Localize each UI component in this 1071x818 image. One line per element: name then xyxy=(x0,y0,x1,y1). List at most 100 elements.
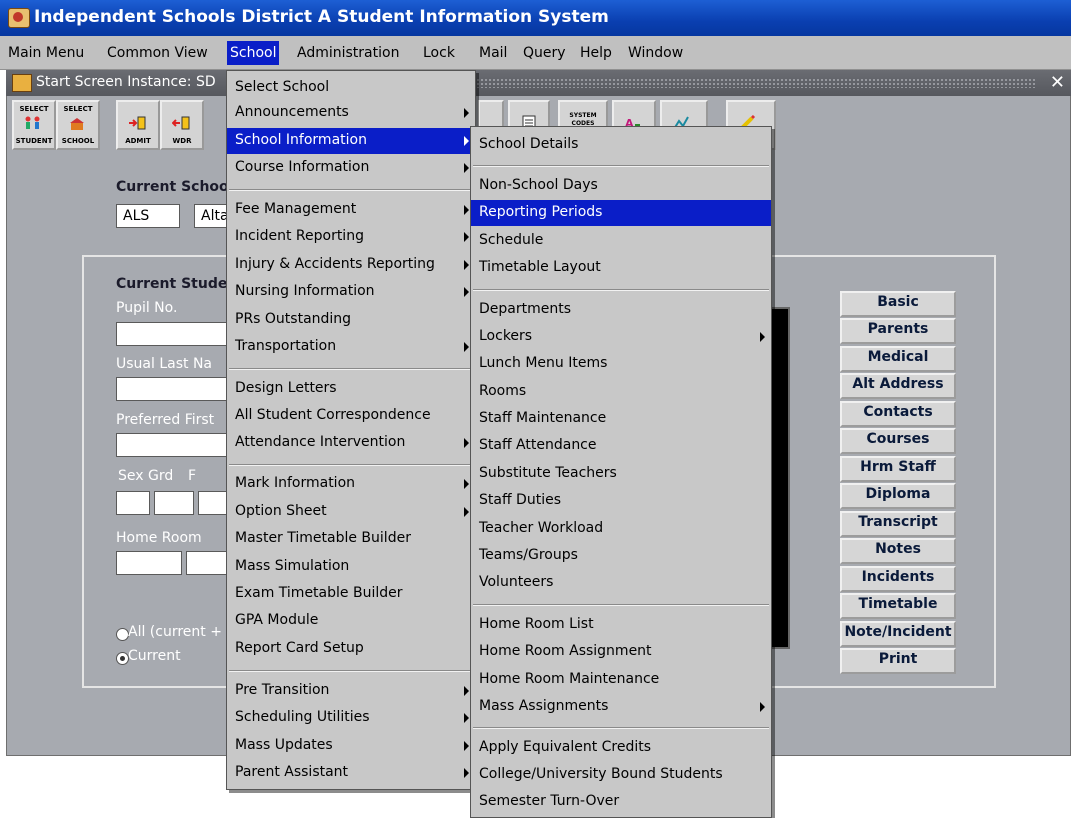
school-menu-item-exam-timetable-builder[interactable]: Exam Timetable Builder xyxy=(227,581,475,607)
school-menu-item-course-information[interactable]: Course Information xyxy=(227,155,475,181)
submenu-item-substitute-teachers[interactable]: Substitute Teachers xyxy=(471,461,771,487)
submenu-item-lunch-menu-items[interactable]: Lunch Menu Items xyxy=(471,351,771,377)
submenu-item-reporting-periods[interactable]: Reporting Periods xyxy=(471,200,771,226)
submenu-item-teams-groups[interactable]: Teams/Groups xyxy=(471,543,771,569)
hrm-staff-button[interactable]: Hrm Staff xyxy=(840,456,956,482)
school-menu-item-all-student-correspondence[interactable]: All Student Correspondence xyxy=(227,403,475,429)
submenu-item-staff-duties[interactable]: Staff Duties xyxy=(471,488,771,514)
diploma-button[interactable]: Diploma xyxy=(840,483,956,509)
parents-button[interactable]: Parents xyxy=(840,318,956,344)
select-school-button[interactable]: SELECT SCHOOL xyxy=(56,100,100,150)
school-menu-item-prs-outstanding[interactable]: PRs Outstanding xyxy=(227,307,475,333)
submenu-item-departments[interactable]: Departments xyxy=(471,297,771,323)
submenu-item-timetable-layout[interactable]: Timetable Layout xyxy=(471,255,771,281)
close-icon[interactable]: ✕ xyxy=(1050,72,1065,93)
notes-button[interactable]: Notes xyxy=(840,538,956,564)
menu-window[interactable]: Window xyxy=(628,45,683,61)
school-menu-item-parent-assistant[interactable]: Parent Assistant xyxy=(227,760,475,786)
submenu-item-rooms[interactable]: Rooms xyxy=(471,379,771,405)
select-student-button[interactable]: SELECT STUDENT xyxy=(12,100,56,150)
menu-lock[interactable]: Lock xyxy=(423,45,455,61)
submenu-arrow-icon xyxy=(464,507,469,517)
submenu-item-lockers[interactable]: Lockers xyxy=(471,324,771,350)
submenu-item-schedule[interactable]: Schedule xyxy=(471,228,771,254)
usual-last-name-label: Usual Last Na xyxy=(116,356,212,372)
school-menu-item-incident-reporting[interactable]: Incident Reporting xyxy=(227,224,475,250)
school-menu-item-mass-updates[interactable]: Mass Updates xyxy=(227,733,475,759)
school-menu-item-option-sheet[interactable]: Option Sheet xyxy=(227,499,475,525)
submenu-item-staff-maintenance[interactable]: Staff Maintenance xyxy=(471,406,771,432)
school-menu-item-nursing-information[interactable]: Nursing Information xyxy=(227,279,475,305)
menu-administration[interactable]: Administration xyxy=(297,45,399,61)
submenu-item-school-details[interactable]: School Details xyxy=(471,132,771,158)
incidents-button[interactable]: Incidents xyxy=(840,566,956,592)
home-room-field-2[interactable] xyxy=(186,551,228,575)
submenu-item-college-university-bound-students[interactable]: College/University Bound Students xyxy=(471,762,771,788)
submenu-item-teacher-workload[interactable]: Teacher Workload xyxy=(471,516,771,542)
preferred-first-name-label: Preferred First xyxy=(116,412,215,428)
menu-main-menu[interactable]: Main Menu xyxy=(8,45,84,61)
basic-button[interactable]: Basic xyxy=(840,291,956,317)
app-title: Independent Schools District A Student I… xyxy=(34,7,609,27)
submenu-item-volunteers[interactable]: Volunteers xyxy=(471,570,771,596)
preferred-first-name-field[interactable] xyxy=(116,433,228,457)
submenu-arrow-icon xyxy=(760,332,765,342)
school-menu-item-select-school[interactable]: Select School xyxy=(227,75,475,101)
school-menu-item-school-information[interactable]: School Information xyxy=(227,128,475,154)
school-code-field[interactable]: ALS xyxy=(116,204,180,228)
print-button[interactable]: Print xyxy=(840,648,956,674)
menu-common-view[interactable]: Common View xyxy=(107,45,208,61)
sex-field[interactable] xyxy=(116,491,150,515)
start-screen-title-bar: Start Screen Instance: SD ✕ xyxy=(6,70,1071,96)
withdraw-button[interactable]: WDR xyxy=(160,100,204,150)
submenu-item-non-school-days[interactable]: Non-School Days xyxy=(471,173,771,199)
pupil-no-label: Pupil No. xyxy=(116,300,178,316)
submenu-arrow-icon xyxy=(464,163,469,173)
courses-button[interactable]: Courses xyxy=(840,428,956,454)
usual-last-name-field[interactable] xyxy=(116,377,228,401)
grade-field[interactable] xyxy=(154,491,194,515)
menu-help[interactable]: Help xyxy=(580,45,612,61)
school-menu-item-attendance-intervention[interactable]: Attendance Intervention xyxy=(227,430,475,456)
radio-current-label: Current xyxy=(128,648,181,664)
school-menu-item-master-timetable-builder[interactable]: Master Timetable Builder xyxy=(227,526,475,552)
pupil-no-field[interactable] xyxy=(116,322,228,346)
submenu-item-mass-assignments[interactable]: Mass Assignments xyxy=(471,694,771,720)
school-menu-item-gpa-module[interactable]: GPA Module xyxy=(227,608,475,634)
withdraw-icon xyxy=(172,116,190,130)
submenu-item-home-room-maintenance[interactable]: Home Room Maintenance xyxy=(471,667,771,693)
menu-bar: Main Menu Common View School Administrat… xyxy=(0,36,1071,70)
menu-separator xyxy=(473,727,769,729)
medical-button[interactable]: Medical xyxy=(840,346,956,372)
school-menu-item-injury-accidents-reporting[interactable]: Injury & Accidents Reporting xyxy=(227,252,475,278)
submenu-item-home-room-assignment[interactable]: Home Room Assignment xyxy=(471,639,771,665)
school-menu-item-pre-transition[interactable]: Pre Transition xyxy=(227,678,475,704)
menu-query[interactable]: Query xyxy=(523,45,566,61)
menu-mail[interactable]: Mail xyxy=(479,45,507,61)
timetable-button[interactable]: Timetable xyxy=(840,593,956,619)
menu-school[interactable]: School xyxy=(226,41,280,65)
submenu-item-semester-turn-over[interactable]: Semester Turn-Over xyxy=(471,789,771,815)
f-field[interactable] xyxy=(198,491,228,515)
school-menu-item-announcements[interactable]: Announcements xyxy=(227,100,475,126)
home-room-field[interactable] xyxy=(116,551,182,575)
transcript-button[interactable]: Transcript xyxy=(840,511,956,537)
admit-button[interactable]: ADMIT xyxy=(116,100,160,150)
photo-panel xyxy=(770,307,790,649)
window-title: Start Screen Instance: SD xyxy=(36,74,216,90)
school-menu-item-scheduling-utilities[interactable]: Scheduling Utilities xyxy=(227,705,475,731)
submenu-item-staff-attendance[interactable]: Staff Attendance xyxy=(471,433,771,459)
school-menu-item-design-letters[interactable]: Design Letters xyxy=(227,376,475,402)
submenu-arrow-icon xyxy=(464,479,469,489)
school-menu-item-transportation[interactable]: Transportation xyxy=(227,334,475,360)
school-menu-item-fee-management[interactable]: Fee Management xyxy=(227,197,475,223)
submenu-item-home-room-list[interactable]: Home Room List xyxy=(471,612,771,638)
school-menu-item-mass-simulation[interactable]: Mass Simulation xyxy=(227,554,475,580)
submenu-arrow-icon xyxy=(464,136,469,146)
submenu-item-apply-equivalent-credits[interactable]: Apply Equivalent Credits xyxy=(471,735,771,761)
school-menu-item-report-card-setup[interactable]: Report Card Setup xyxy=(227,636,475,662)
school-menu-item-mark-information[interactable]: Mark Information xyxy=(227,471,475,497)
alt-address-button[interactable]: Alt Address xyxy=(840,373,956,399)
contacts-button[interactable]: Contacts xyxy=(840,401,956,427)
note-incident-button[interactable]: Note/Incident xyxy=(840,621,956,647)
